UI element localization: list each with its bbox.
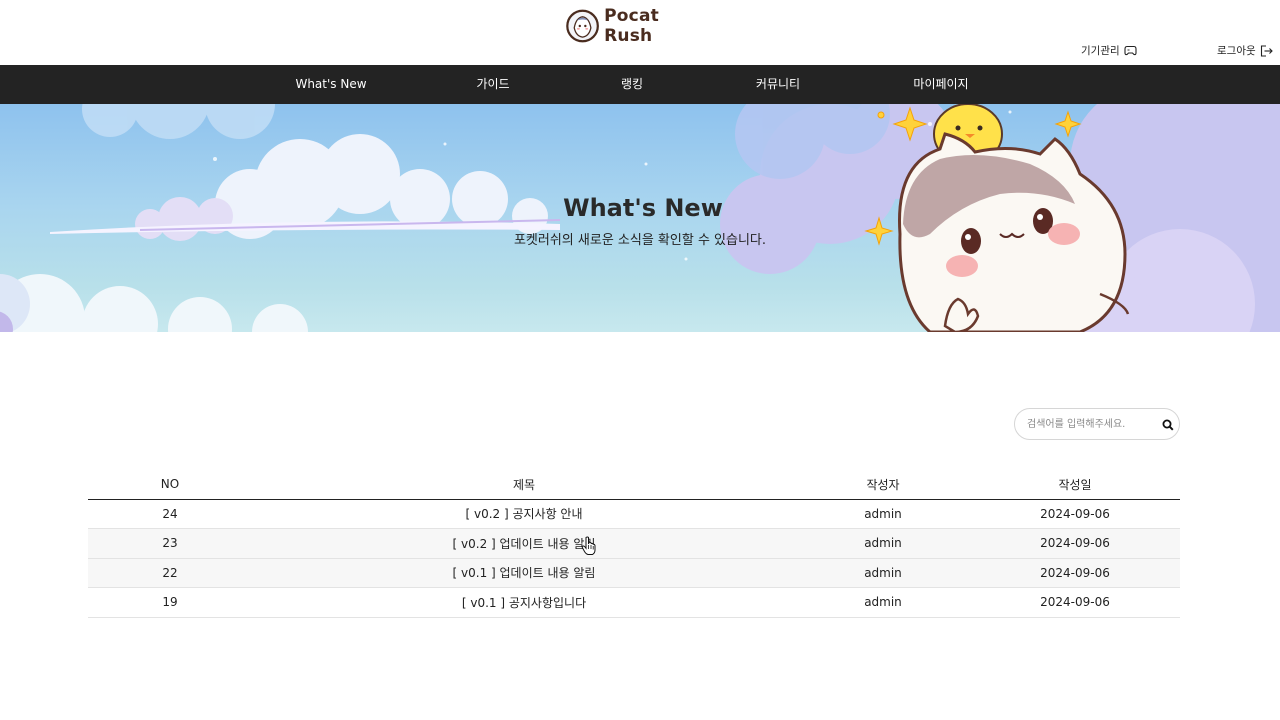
row-date: 2024-09-06 — [970, 558, 1180, 588]
table-row[interactable]: 19 [ v0.1 ] 공지사항입니다 admin 2024-09-06 — [88, 587, 1180, 618]
row-title-link[interactable]: [ v0.1 ] 업데이트 내용 알림 — [252, 558, 796, 588]
row-writer: admin — [796, 528, 970, 559]
nav-item-whats-new[interactable]: What's New — [295, 65, 366, 104]
column-header-title: 제목 — [252, 470, 796, 500]
row-no: 22 — [88, 558, 252, 588]
main-nav: What's New 가이드 랭킹 커뮤니티 마이페이지 — [0, 65, 1280, 104]
table-row[interactable]: 23 [ v0.2 ] 업데이트 내용 알림 admin 2024-09-06 — [88, 528, 1180, 559]
top-header: Pocat Rush 기기관리 로그아웃 — [0, 0, 1280, 65]
search-input[interactable] — [1027, 416, 1152, 432]
column-header-writer: 작성자 — [796, 470, 970, 500]
row-no: 24 — [88, 499, 252, 529]
row-date: 2024-09-06 — [970, 528, 1180, 559]
gamepad-icon — [1124, 45, 1137, 56]
column-header-no: NO — [88, 470, 252, 500]
row-no: 19 — [88, 587, 252, 618]
row-date: 2024-09-06 — [970, 499, 1180, 529]
table-row[interactable]: 22 [ v0.1 ] 업데이트 내용 알림 admin 2024-09-06 — [88, 558, 1180, 588]
row-title-link[interactable]: [ v0.1 ] 공지사항입니다 — [252, 587, 796, 618]
logo-mascot-icon — [566, 9, 599, 43]
row-title-link[interactable]: [ v0.2 ] 공지사항 안내 — [252, 499, 796, 529]
row-title-link[interactable]: [ v0.2 ] 업데이트 내용 알림 — [252, 528, 796, 559]
device-manage-label: 기기관리 — [1081, 45, 1120, 57]
nav-item-mypage[interactable]: 마이페이지 — [913, 65, 968, 104]
nav-item-guide[interactable]: 가이드 — [476, 65, 509, 104]
row-writer: admin — [796, 499, 970, 529]
nav-item-community[interactable]: 커뮤니티 — [756, 65, 800, 104]
row-writer: admin — [796, 587, 970, 618]
table-row[interactable]: 24 [ v0.2 ] 공지사항 안내 admin 2024-09-06 — [88, 499, 1180, 529]
logout-label: 로그아웃 — [1217, 45, 1256, 57]
row-date: 2024-09-06 — [970, 587, 1180, 618]
logout-link[interactable]: 로그아웃 — [1217, 43, 1273, 58]
hero-subtitle: 포켓러쉬의 새로운 소식을 확인할 수 있습니다. — [513, 233, 767, 248]
logout-icon — [1260, 44, 1273, 57]
row-no: 23 — [88, 528, 252, 559]
search-box — [1014, 408, 1180, 440]
column-header-date: 작성일 — [970, 470, 1180, 500]
row-writer: admin — [796, 558, 970, 588]
logo[interactable]: Pocat Rush — [565, 6, 705, 46]
nav-item-ranking[interactable]: 랭킹 — [621, 65, 643, 104]
device-manage-link[interactable]: 기기관리 — [1081, 43, 1137, 58]
logo-text: Pocat Rush — [604, 6, 659, 46]
search-icon[interactable] — [1161, 418, 1175, 432]
hand-pointer-icon — [581, 536, 596, 555]
hero-banner: What's New 포켓러쉬의 새로운 소식을 확인할 수 있습니다. — [0, 104, 1280, 332]
hero-title: What's New — [563, 194, 723, 222]
notice-table: NO 제목 작성자 작성일 24 [ v0.2 ] 공지사항 안내 admin … — [88, 470, 1180, 618]
table-header-row: NO 제목 작성자 작성일 — [88, 470, 1180, 500]
